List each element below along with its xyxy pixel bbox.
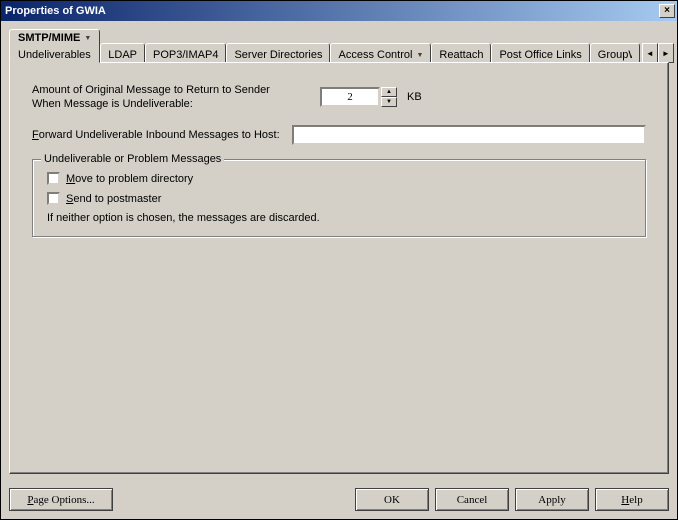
button-bar: Page Options... OK Cancel Apply Help <box>1 482 677 519</box>
spin-up-button[interactable]: ▲ <box>381 87 397 97</box>
amount-label: Amount of Original Message to Return to … <box>32 83 312 111</box>
discard-note: If neither option is chosen, the message… <box>47 212 631 224</box>
move-option-row: Move to problem directory <box>47 172 631 185</box>
forward-label: Forward Undeliverable Inbound Messages t… <box>32 129 280 141</box>
page-options-button[interactable]: Page Options... <box>9 488 113 511</box>
tab-ldap[interactable]: LDAP <box>100 43 145 63</box>
tab-bar: SMTP/MIME ▼ Undeliverables LDAP POP3/IMA… <box>9 29 669 63</box>
dialog-body: SMTP/MIME ▼ Undeliverables LDAP POP3/IMA… <box>1 21 677 482</box>
spinner-buttons: ▲ ▼ <box>381 87 397 107</box>
close-icon: × <box>664 6 670 16</box>
undeliverable-groupbox: Undeliverable or Problem Messages Move t… <box>32 159 646 237</box>
send-checkbox[interactable] <box>47 192 60 205</box>
tab-server-directories[interactable]: Server Directories <box>226 43 330 63</box>
chevron-down-icon[interactable]: ▼ <box>416 52 423 59</box>
spacer <box>119 488 349 511</box>
tab-scroll-right[interactable]: ► <box>658 43 674 63</box>
forward-host-input[interactable] <box>292 125 646 145</box>
cancel-button[interactable]: Cancel <box>435 488 509 511</box>
ok-button[interactable]: OK <box>355 488 429 511</box>
tab-access-control[interactable]: Access Control▼ <box>330 43 431 63</box>
tab-reattach[interactable]: Reattach <box>431 43 491 63</box>
tab-panel: Amount of Original Message to Return to … <box>9 62 669 474</box>
triangle-right-icon: ► <box>662 49 670 58</box>
window-title: Properties of GWIA <box>5 5 659 17</box>
tab-groupwise[interactable]: GroupWise <box>590 43 640 63</box>
tab-label: SMTP/MIME <box>18 32 80 44</box>
spin-down-button[interactable]: ▼ <box>381 97 397 107</box>
tab-pop3-imap4[interactable]: POP3/IMAP4 <box>145 43 226 63</box>
help-button[interactable]: Help <box>595 488 669 511</box>
triangle-up-icon: ▲ <box>386 89 392 95</box>
triangle-down-icon: ▼ <box>386 99 392 105</box>
amount-input[interactable] <box>320 87 380 107</box>
move-checkbox[interactable] <box>47 172 60 185</box>
tab-smtp-mime[interactable]: SMTP/MIME ▼ Undeliverables <box>9 29 100 63</box>
chevron-down-icon[interactable]: ▼ <box>84 35 91 42</box>
amount-unit: KB <box>407 91 422 103</box>
tab-post-office-links[interactable]: Post Office Links <box>491 43 589 63</box>
tab-scroll: ◄ ► <box>642 43 674 63</box>
titlebar: Properties of GWIA × <box>1 1 677 21</box>
send-label: Send to postmaster <box>66 193 161 205</box>
amount-row: Amount of Original Message to Return to … <box>32 83 646 111</box>
amount-spinner: ▲ ▼ <box>320 87 397 107</box>
forward-row: Forward Undeliverable Inbound Messages t… <box>32 125 646 145</box>
tab-scroll-left[interactable]: ◄ <box>642 43 658 63</box>
move-label: Move to problem directory <box>66 173 193 185</box>
groupbox-title: Undeliverable or Problem Messages <box>41 153 224 165</box>
tab-sublabel: Undeliverables <box>18 49 91 61</box>
dialog-window: Properties of GWIA × SMTP/MIME ▼ Undeliv… <box>0 0 678 520</box>
send-option-row: Send to postmaster <box>47 192 631 205</box>
triangle-left-icon: ◄ <box>646 49 654 58</box>
apply-button[interactable]: Apply <box>515 488 589 511</box>
close-button[interactable]: × <box>659 4 675 18</box>
